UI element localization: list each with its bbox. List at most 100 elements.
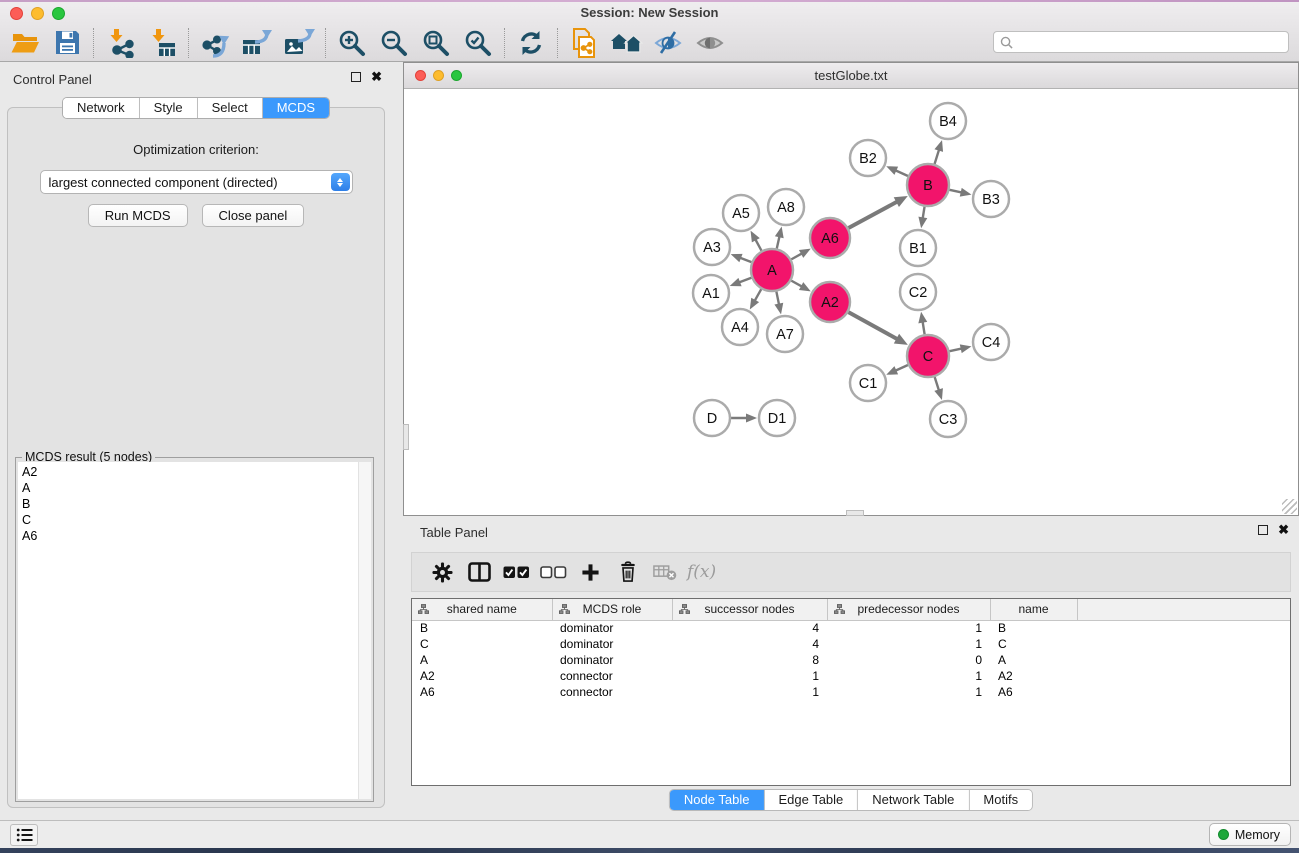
table-cell[interactable]: 1 xyxy=(827,684,990,700)
table-cell[interactable]: A2 xyxy=(990,668,1077,684)
network-zoom-button[interactable] xyxy=(451,70,462,81)
table-cell[interactable]: A xyxy=(990,652,1077,668)
table-cell[interactable]: dominator xyxy=(552,636,672,652)
table-cell[interactable]: A6 xyxy=(990,684,1077,700)
graph-node-A7[interactable]: A7 xyxy=(767,316,803,352)
table-settings-button[interactable] xyxy=(424,556,461,588)
graph-node-A4[interactable]: A4 xyxy=(722,309,758,345)
table-cell[interactable]: 1 xyxy=(827,668,990,684)
graph-edge-B-B3[interactable] xyxy=(949,190,962,193)
table-cell[interactable]: connector xyxy=(552,668,672,684)
close-window-button[interactable] xyxy=(10,7,23,20)
result-list-item[interactable]: B xyxy=(18,496,358,512)
tab-style[interactable]: Style xyxy=(140,98,198,118)
graph-node-A2[interactable]: A2 xyxy=(810,282,850,322)
result-list-item[interactable]: A6 xyxy=(18,528,358,544)
show-selected-columns-button[interactable] xyxy=(498,556,535,588)
table-cell[interactable]: 0 xyxy=(827,652,990,668)
table-cell[interactable]: 8 xyxy=(672,652,827,668)
column-header-shared-name[interactable]: shared name xyxy=(412,599,552,620)
table-cell[interactable]: 4 xyxy=(672,620,827,636)
result-list-item[interactable]: C xyxy=(18,512,358,528)
open-file-button[interactable] xyxy=(4,26,46,60)
import-table-button[interactable] xyxy=(141,26,183,60)
table-cell[interactable]: dominator xyxy=(552,652,672,668)
column-header-name[interactable]: name xyxy=(990,599,1077,620)
search-input[interactable] xyxy=(1013,33,1288,51)
table-cell[interactable]: A6 xyxy=(412,684,552,700)
graph-node-A3[interactable]: A3 xyxy=(694,229,730,265)
refresh-layout-button[interactable] xyxy=(510,26,552,60)
table-cell[interactable]: connector xyxy=(552,684,672,700)
delete-table-button[interactable] xyxy=(646,556,683,588)
zoom-in-button[interactable] xyxy=(331,26,373,60)
export-network-button[interactable] xyxy=(194,26,236,60)
network-graph[interactable]: ABCA6A2A1A3A4A5A7A8B1B2B3B4C1C2C3C4DD1 xyxy=(404,89,1298,515)
run-mcds-button[interactable]: Run MCDS xyxy=(88,204,188,227)
left-splitter-handle[interactable] xyxy=(403,424,409,450)
graph-node-C3[interactable]: C3 xyxy=(930,401,966,437)
zoom-fit-button[interactable] xyxy=(415,26,457,60)
result-list-scrollbar[interactable] xyxy=(358,462,371,799)
graph-edge-A-A1[interactable] xyxy=(738,278,751,283)
table-cell[interactable]: B xyxy=(990,620,1077,636)
table-cell[interactable]: 1 xyxy=(672,668,827,684)
hide-unselected-columns-button[interactable] xyxy=(535,556,572,588)
tab-motifs[interactable]: Motifs xyxy=(969,790,1032,810)
close-panel-icon[interactable]: ✖ xyxy=(371,72,382,82)
search-field[interactable] xyxy=(993,31,1289,53)
table-row[interactable]: Bdominator41B xyxy=(412,620,1290,636)
graph-node-A[interactable]: A xyxy=(751,249,793,291)
float-panel-icon[interactable] xyxy=(1258,525,1268,535)
graph-node-C2[interactable]: C2 xyxy=(900,274,936,310)
graph-edge-B-B2[interactable] xyxy=(894,170,907,176)
table-row[interactable]: Adominator80A xyxy=(412,652,1290,668)
graph-edge-A-A4[interactable] xyxy=(754,289,761,302)
graph-edge-A2-C[interactable] xyxy=(848,312,898,339)
tab-select[interactable]: Select xyxy=(198,98,263,118)
new-network-from-selection-button[interactable] xyxy=(563,26,605,60)
task-history-button[interactable] xyxy=(10,824,38,846)
table-cell[interactable]: 1 xyxy=(827,636,990,652)
graph-edge-A-A5[interactable] xyxy=(755,238,762,250)
table-cell[interactable]: 4 xyxy=(672,636,827,652)
graph-node-B1[interactable]: B1 xyxy=(900,230,936,266)
graph-edge-A-A8[interactable] xyxy=(777,235,780,248)
tab-mcds[interactable]: MCDS xyxy=(263,98,329,118)
graph-edge-C-C2[interactable] xyxy=(922,321,924,335)
show-graphics-details-button[interactable] xyxy=(689,26,731,60)
export-image-button[interactable] xyxy=(278,26,320,60)
table-row[interactable]: A6connector11A6 xyxy=(412,684,1290,700)
graph-node-B4[interactable]: B4 xyxy=(930,103,966,139)
function-builder-button[interactable]: f(x) xyxy=(687,562,716,582)
graph-node-C1[interactable]: C1 xyxy=(850,365,886,401)
table-row[interactable]: Cdominator41C xyxy=(412,636,1290,652)
graph-node-C[interactable]: C xyxy=(907,335,949,377)
import-network-button[interactable] xyxy=(99,26,141,60)
graph-edge-C-C3[interactable] xyxy=(935,377,940,391)
graph-edge-A6-B[interactable] xyxy=(848,201,898,228)
network-close-button[interactable] xyxy=(415,70,426,81)
zoom-selected-button[interactable] xyxy=(457,26,499,60)
graph-edge-A-A7[interactable] xyxy=(776,292,779,306)
delete-rows-button[interactable] xyxy=(609,556,646,588)
tab-network-table[interactable]: Network Table xyxy=(858,790,969,810)
table-cell[interactable]: C xyxy=(412,636,552,652)
memory-button[interactable]: Memory xyxy=(1209,823,1291,846)
graph-node-C4[interactable]: C4 xyxy=(973,324,1009,360)
hide-graphics-details-button[interactable] xyxy=(647,26,689,60)
graph-edge-B-B4[interactable] xyxy=(935,149,940,164)
close-panel-icon[interactable]: ✖ xyxy=(1278,525,1289,535)
minimize-window-button[interactable] xyxy=(31,7,44,20)
graph-edge-C-C4[interactable] xyxy=(949,348,962,351)
graph-edge-C-C1[interactable] xyxy=(894,365,907,371)
graph-node-D1[interactable]: D1 xyxy=(759,400,795,436)
table-row[interactable]: A2connector11A2 xyxy=(412,668,1290,684)
graph-node-B[interactable]: B xyxy=(907,164,949,206)
zoom-out-button[interactable] xyxy=(373,26,415,60)
table-cell[interactable]: 1 xyxy=(827,620,990,636)
tab-edge-table[interactable]: Edge Table xyxy=(764,790,858,810)
graph-node-A6[interactable]: A6 xyxy=(810,218,850,258)
close-panel-button[interactable]: Close panel xyxy=(202,204,305,227)
graph-node-B2[interactable]: B2 xyxy=(850,140,886,176)
